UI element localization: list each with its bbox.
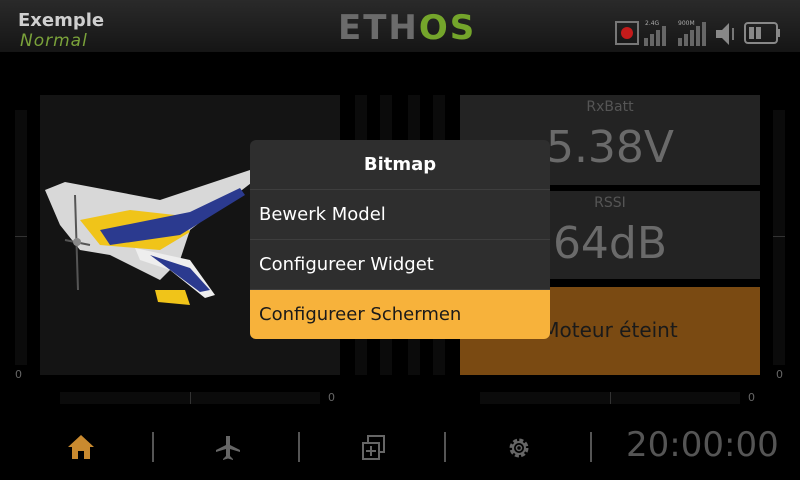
right-trim-center: [610, 392, 611, 404]
battery-icon: [744, 22, 780, 44]
left-gauge-center: [15, 236, 27, 237]
signal-900-icon: 900M: [678, 20, 706, 46]
rxbatt-label: RxBatt: [586, 99, 634, 115]
bitmap-context-menu: Bitmap Bewerk Model Configureer Widget C…: [250, 140, 550, 339]
footer-separator: [152, 432, 154, 462]
airplane-image: [45, 170, 255, 305]
ethos-logo: ETHOS: [338, 8, 477, 48]
right-gauge-value: 0: [776, 368, 783, 381]
menu-item-edit-model[interactable]: Bewerk Model: [250, 190, 550, 240]
left-trim-value: 0: [328, 391, 335, 404]
right-vertical-gauge: [773, 110, 785, 365]
airplane-icon[interactable]: [214, 434, 242, 462]
status-icons: 2.4G 900M: [615, 20, 780, 46]
screens-icon[interactable]: [360, 434, 388, 462]
timer-clock[interactable]: 20:00:00: [626, 425, 779, 465]
record-icon: [615, 21, 639, 45]
footer-separator: [298, 432, 300, 462]
flight-mode: Normal: [20, 31, 88, 51]
dialog-title: Bitmap: [250, 140, 550, 190]
footer-separator: [590, 432, 592, 462]
gear-icon[interactable]: [505, 434, 533, 462]
home-icon[interactable]: [66, 433, 96, 461]
model-name[interactable]: Exemple: [18, 10, 104, 31]
left-vertical-gauge: [15, 110, 27, 365]
right-gauge-center: [773, 236, 785, 237]
menu-item-configure-screens[interactable]: Configureer Schermen: [250, 290, 550, 339]
right-trim-value: 0: [748, 391, 755, 404]
menu-item-configure-widget[interactable]: Configureer Widget: [250, 240, 550, 290]
volume-icon: [716, 23, 734, 45]
svg-text:900M: 900M: [678, 20, 695, 27]
left-trim-center: [190, 392, 191, 404]
signal-24-icon: 2.4G: [644, 20, 666, 46]
footer-separator: [444, 432, 446, 462]
svg-text:2.4G: 2.4G: [645, 20, 660, 27]
left-gauge-value: 0: [15, 368, 22, 381]
